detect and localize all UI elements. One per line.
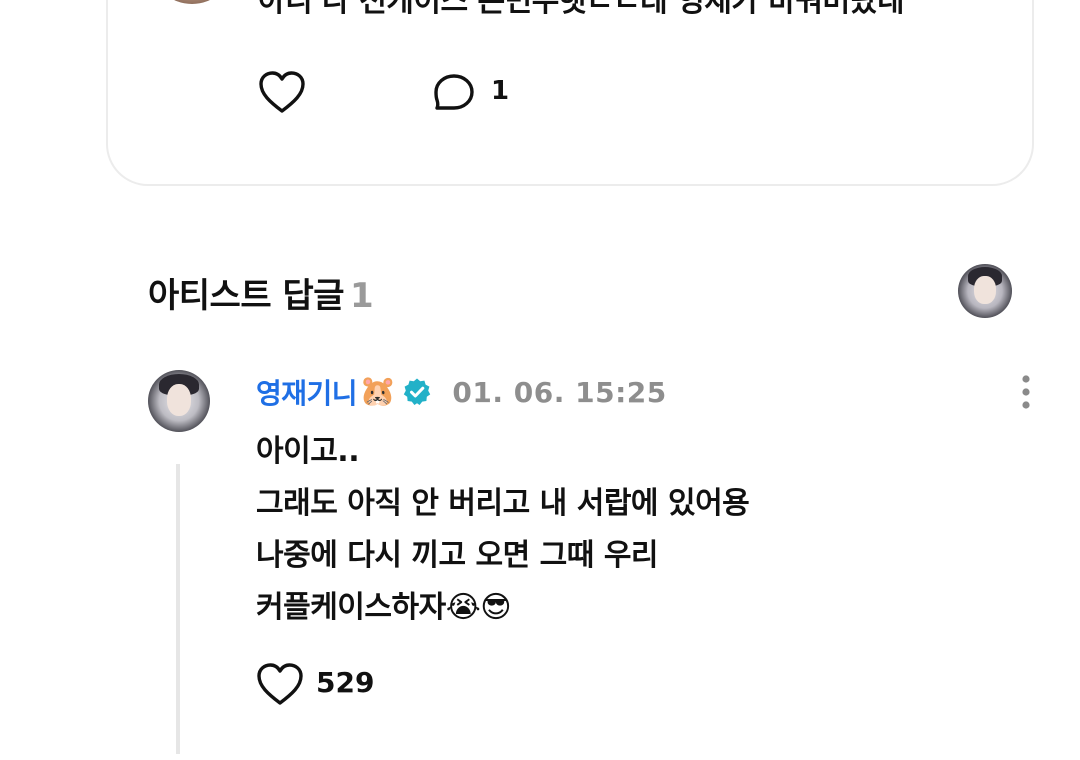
artist-reply-count: 1 bbox=[350, 276, 374, 316]
author-emoji: 🐹 bbox=[359, 374, 397, 409]
author-name[interactable]: 영재기니 bbox=[256, 372, 358, 412]
reply-line: 나중에 다시 끼고 오면 그때 우리 bbox=[256, 538, 659, 573]
kebab-menu-icon[interactable] bbox=[1016, 374, 1036, 410]
avatar-face bbox=[166, 383, 192, 416]
heart-icon[interactable] bbox=[256, 662, 304, 706]
section-title-label: 아티스트 답글 bbox=[148, 276, 345, 316]
comment-count: 1 bbox=[491, 76, 510, 106]
like-count: 529 bbox=[316, 666, 375, 699]
reply-line: 아이고.. bbox=[256, 434, 360, 469]
post-author-avatar[interactable] bbox=[152, 0, 232, 4]
speech-bubble-icon[interactable] bbox=[432, 72, 476, 112]
artist-avatar[interactable] bbox=[958, 264, 1012, 318]
verified-badge-icon bbox=[404, 378, 431, 405]
reply-body: 아이고.. 그래도 아직 안 버리고 내 서랍에 있어용 나중에 다시 끼고 오… bbox=[256, 426, 750, 634]
timestamp: 01. 06. 15:25 bbox=[452, 375, 667, 409]
avatar-face bbox=[974, 275, 996, 304]
reply-author-avatar[interactable] bbox=[148, 370, 210, 432]
thread-line bbox=[176, 464, 180, 754]
reply-line: 커플케이스하자😭😎 bbox=[256, 590, 512, 625]
reply-line: 그래도 아직 안 버리고 내 서랍에 있어용 bbox=[256, 486, 750, 521]
post-text: 아니 나 전케이스 손민수햇ㄴㄴ데 영재가 바꿔버랐네 bbox=[258, 0, 904, 19]
section-title: 아티스트 답글 1 bbox=[148, 268, 374, 317]
heart-icon[interactable] bbox=[258, 70, 306, 114]
post-card: 아니 나 전케이스 손민수햇ㄴㄴ데 영재가 바꿔버랐네 1 bbox=[106, 0, 1034, 186]
reply-header: 영재기니 🐹 01. 06. 15:25 bbox=[256, 372, 667, 412]
